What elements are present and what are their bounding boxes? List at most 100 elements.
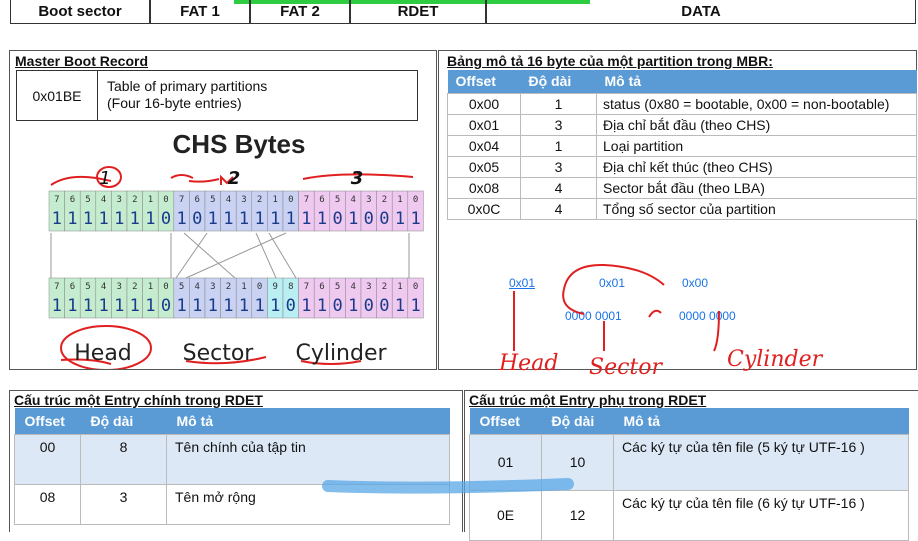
bit-index: 1 [148,282,153,292]
segment-rdet: RDET [350,0,486,24]
mapping-arrows [50,232,410,279]
bit-value: 1 [176,296,186,316]
bit-index: 6 [319,282,324,292]
bit-index: 2 [382,195,387,205]
table-row: 0x0C 4 Tổng số sector của partition [447,197,917,220]
bit-index: 0 [413,282,418,292]
bit-value: 0 [192,209,202,229]
bit-value: 1 [67,209,77,229]
cell-description: Các ký tự của tên file (5 ký tự UTF-16 ) [613,433,909,491]
bit-index: 8 [288,282,293,292]
bit-index: 1 [272,195,277,205]
segment-data: DATA [486,0,916,24]
col-offset: Offset [469,408,542,434]
table-row: 0x01 3 Địa chỉ bắt đầu (theo CHS) [447,113,917,136]
bit-index: 9 [272,282,277,292]
bit-index: 5 [335,282,340,292]
bit-value: 1 [395,296,405,316]
bit-index: 4 [101,282,106,292]
col-offset: Offset [14,408,81,434]
bit-index: 7 [304,282,309,292]
bit-index: 2 [132,195,137,205]
cell-length: 3 [520,155,597,178]
bit-value: 1 [254,296,264,316]
bit-index: 2 [382,282,387,292]
hand-label-2: 2 [228,168,241,189]
cell-description: Địa chỉ kết thúc (theo CHS) [596,155,917,178]
segment-fat2: FAT 2 [250,0,350,24]
bit-value: 1 [114,296,124,316]
bit-value: 0 [161,296,171,316]
cell-length: 4 [520,176,597,199]
bit-value: 1 [301,209,311,229]
bit-value: 1 [410,209,420,229]
bit-row-original: 7161514131211100716051413121110171615041… [48,190,424,232]
hand-label-3: 3 [351,168,364,189]
segment-fat1: FAT 1 [150,0,250,24]
bit-value: 1 [52,209,62,229]
bit-index: 4 [194,282,199,292]
bit-value: 0 [379,209,389,229]
rdet-main-table: Offset Độ dài Mô tả 00 8 Tên chính của t… [14,408,450,525]
bit-row-chs: 7161514131211100514131211101918071615041… [48,277,424,319]
bit-index: 4 [350,195,355,205]
mbr-title: Master Boot Record [15,53,149,69]
bit-index: 7 [179,195,184,205]
cell-description: status (0x80 = bootable, 0x00 = non-boot… [596,92,917,115]
bit-index: 6 [70,282,75,292]
bit-value: 1 [98,296,108,316]
bit-value: 1 [130,209,140,229]
bit-value: 1 [270,209,280,229]
bit-index: 0 [163,282,168,292]
rdet-main-panel: Cấu trúc một Entry chính trong RDET Offs… [9,390,463,532]
table-row: 0x04 1 Loại partition [447,134,917,157]
hw-cylinder: Cylinder [727,347,823,372]
bit-index: 1 [397,282,402,292]
bit-value: 1 [145,209,155,229]
cell-offset: 0x05 [447,155,521,178]
bit-index: 7 [304,195,309,205]
table-row: 0x00 1 status (0x80 = bootable, 0x00 = n… [447,92,917,115]
cell-offset: 00 [14,433,81,485]
cell-offset: 0x08 [447,176,521,199]
bit-value: 1 [348,296,358,316]
cell-offset: 0x0C [447,197,521,220]
bit-value: 1 [176,209,186,229]
mbr-offset: 0x01BE [17,71,98,120]
col-description: Mô tả [596,70,917,93]
table-row: 0x08 4 Sector bắt đầu (theo LBA) [447,176,917,199]
bit-index: 3 [210,282,215,292]
label-head: Head [74,341,132,366]
bit-value: 1 [208,296,218,316]
bit-index: 0 [413,195,418,205]
col-description: Mô tả [166,408,450,434]
hand-label-1: 1 [99,168,110,189]
bit-value: 1 [239,209,249,229]
cell-description: Các ký tự của tên file (6 ký tự UTF-16 ) [613,489,909,541]
rdet-main-title: Cấu trúc một Entry chính trong RDET [14,392,263,408]
col-length: Độ dài [80,408,167,434]
bit-value: 0 [332,209,342,229]
bit-value: 1 [223,296,233,316]
hw-sector: Sector [589,355,663,380]
bit-value: 0 [161,209,171,229]
bit-value: 1 [83,209,93,229]
bit-index: 2 [132,282,137,292]
bit-index: 0 [163,195,168,205]
cell-description: Sector bắt đầu (theo LBA) [596,176,917,199]
partition-title: Bảng mô tả 16 byte của một partition tro… [447,53,773,69]
bit-index: 5 [85,282,90,292]
cell-description: Loại partition [596,134,917,157]
chs-title: CHS Bytes [173,129,306,159]
bit-index: 0 [288,195,293,205]
bit-value: 1 [286,209,296,229]
bit-index: 4 [350,282,355,292]
cell-description: Tổng số sector của partition [596,197,917,220]
bit-index: 0 [257,282,262,292]
bit-value: 0 [379,296,389,316]
bit-index: 5 [85,195,90,205]
cell-offset: 0x04 [447,134,521,157]
cell-length: 1 [520,134,597,157]
hw-head: Head [499,351,559,376]
bit-index: 5 [210,195,215,205]
